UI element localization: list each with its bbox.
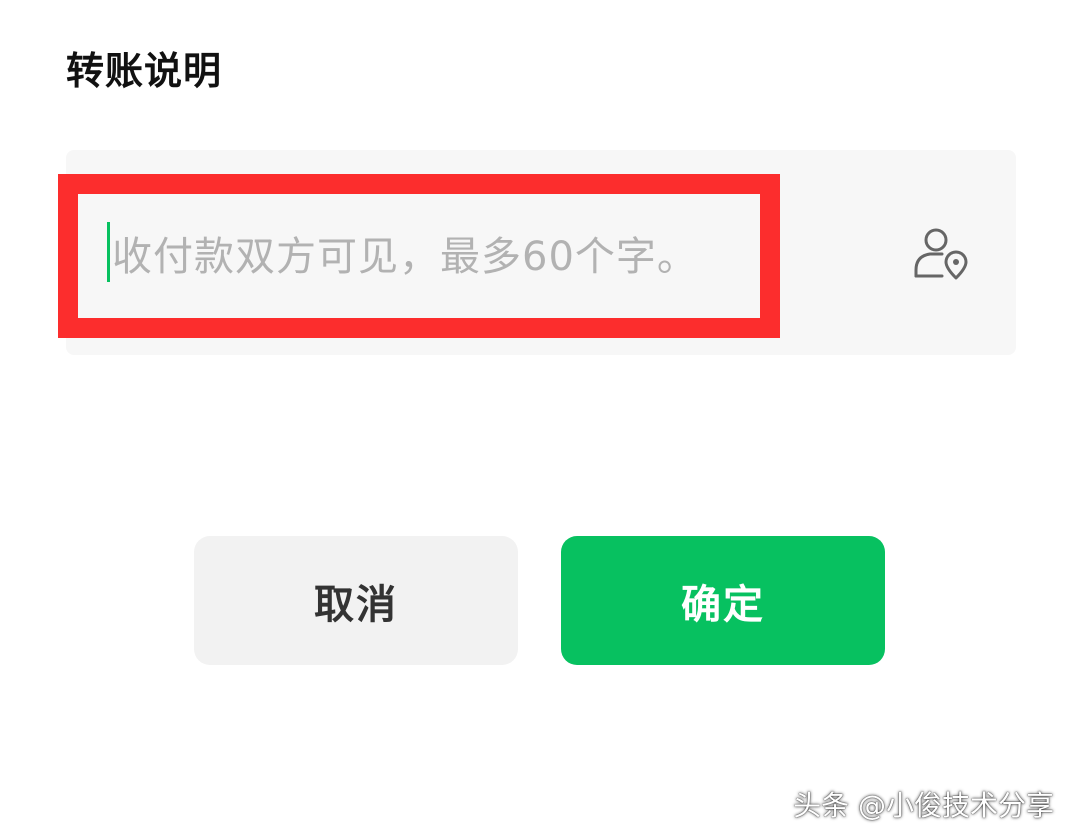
transfer-note-dialog: 转账说明 收付款双方可见，最多60个字。 取消 确定 头条 @小俊技术分享: [0, 0, 1080, 838]
dialog-title: 转账说明: [66, 49, 223, 93]
annotation-highlight-box: [58, 174, 780, 338]
confirm-button[interactable]: 确定: [561, 536, 885, 665]
contact-location-icon[interactable]: [910, 226, 970, 282]
cancel-button[interactable]: 取消: [194, 536, 518, 665]
watermark-text: 头条 @小俊技术分享: [793, 789, 1054, 822]
